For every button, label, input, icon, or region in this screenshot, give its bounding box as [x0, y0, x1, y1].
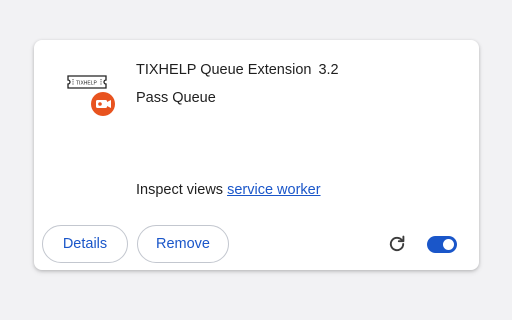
inspect-views-label: Inspect views: [136, 182, 224, 198]
inspect-views: Inspect views service worker: [136, 182, 321, 198]
extension-version: 3.2: [318, 62, 339, 78]
ticket-text: TIXHELP: [76, 81, 98, 87]
remove-button[interactable]: Remove: [137, 225, 229, 263]
extension-card: TIXHELP TIXHELP Queue Extension 3.2 Pass …: [34, 40, 479, 270]
extension-title: TIXHELP Queue Extension 3.2: [136, 62, 339, 78]
extension-name: TIXHELP Queue Extension: [136, 62, 312, 78]
service-worker-link[interactable]: service worker: [227, 182, 320, 198]
extension-description: Pass Queue: [136, 90, 216, 106]
enable-toggle[interactable]: [427, 236, 457, 253]
reload-icon[interactable]: [387, 234, 407, 254]
details-button[interactable]: Details: [42, 225, 128, 263]
extension-icon: TIXHELP: [64, 73, 118, 119]
